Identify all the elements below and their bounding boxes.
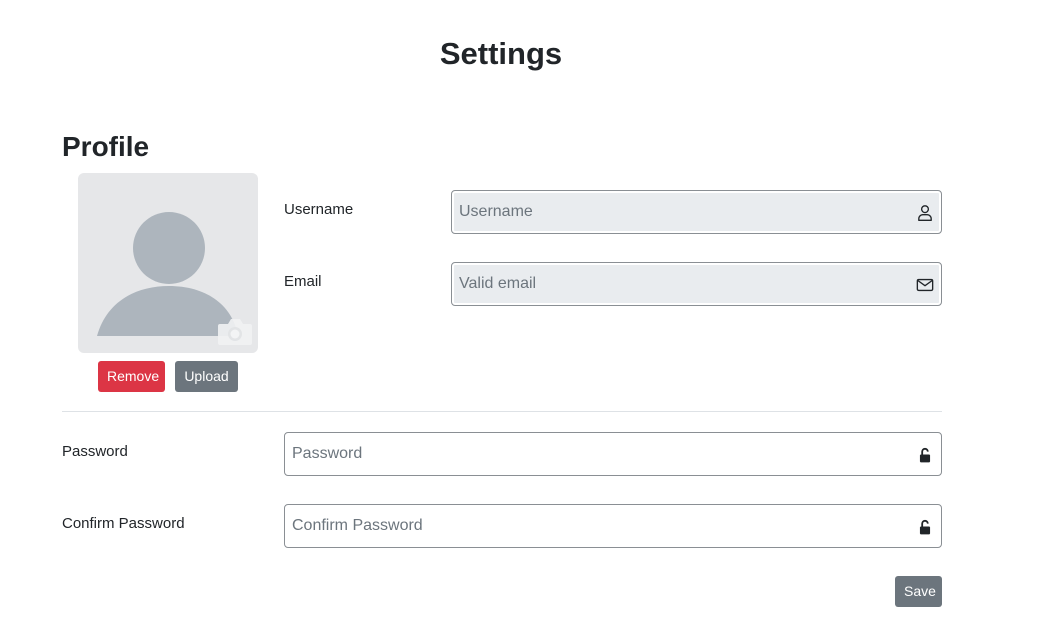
- confirm-password-field-group: [284, 504, 942, 548]
- camera-icon[interactable]: [216, 315, 254, 347]
- save-button[interactable]: Save: [895, 576, 942, 607]
- email-label: Email: [284, 273, 322, 290]
- password-input[interactable]: [292, 433, 898, 475]
- confirm-password-label: Confirm Password: [62, 515, 185, 532]
- person-icon: [918, 205, 932, 221]
- upload-avatar-button[interactable]: Upload: [175, 361, 238, 392]
- confirm-password-input[interactable]: [292, 505, 898, 547]
- email-input[interactable]: [459, 263, 898, 305]
- section-divider: [62, 411, 942, 412]
- envelope-icon: [916, 278, 934, 292]
- unlock-icon[interactable]: [916, 518, 934, 536]
- settings-page: Settings Profile Remove Upload Username …: [0, 0, 1039, 635]
- username-field-group: [451, 190, 942, 234]
- username-input[interactable]: [459, 191, 898, 233]
- username-label: Username: [284, 201, 354, 218]
- password-field-group: [284, 432, 942, 476]
- password-label: Password: [62, 443, 128, 460]
- remove-avatar-button[interactable]: Remove: [98, 361, 165, 392]
- page-title: Settings: [439, 36, 563, 71]
- email-field-group: [451, 262, 942, 306]
- profile-heading: Profile: [62, 131, 150, 162]
- unlock-icon[interactable]: [916, 446, 934, 464]
- avatar-upload-area[interactable]: [78, 173, 258, 353]
